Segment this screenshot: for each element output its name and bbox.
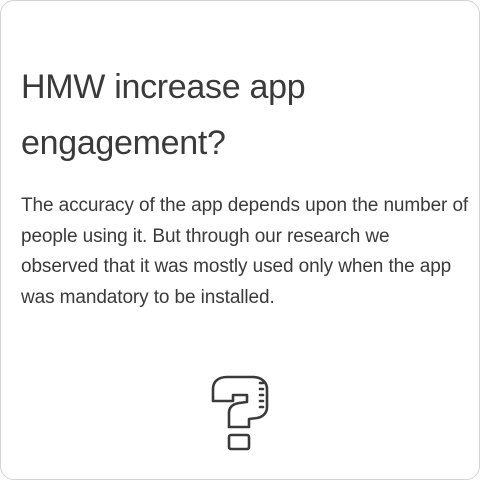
question-mark-icon xyxy=(209,373,273,455)
hmw-card: HMW increase app engagement? The accurac… xyxy=(0,0,480,480)
card-description: The accuracy of the app depends upon the… xyxy=(21,195,469,308)
card-title: HMW increase app engagement? xyxy=(21,68,306,162)
